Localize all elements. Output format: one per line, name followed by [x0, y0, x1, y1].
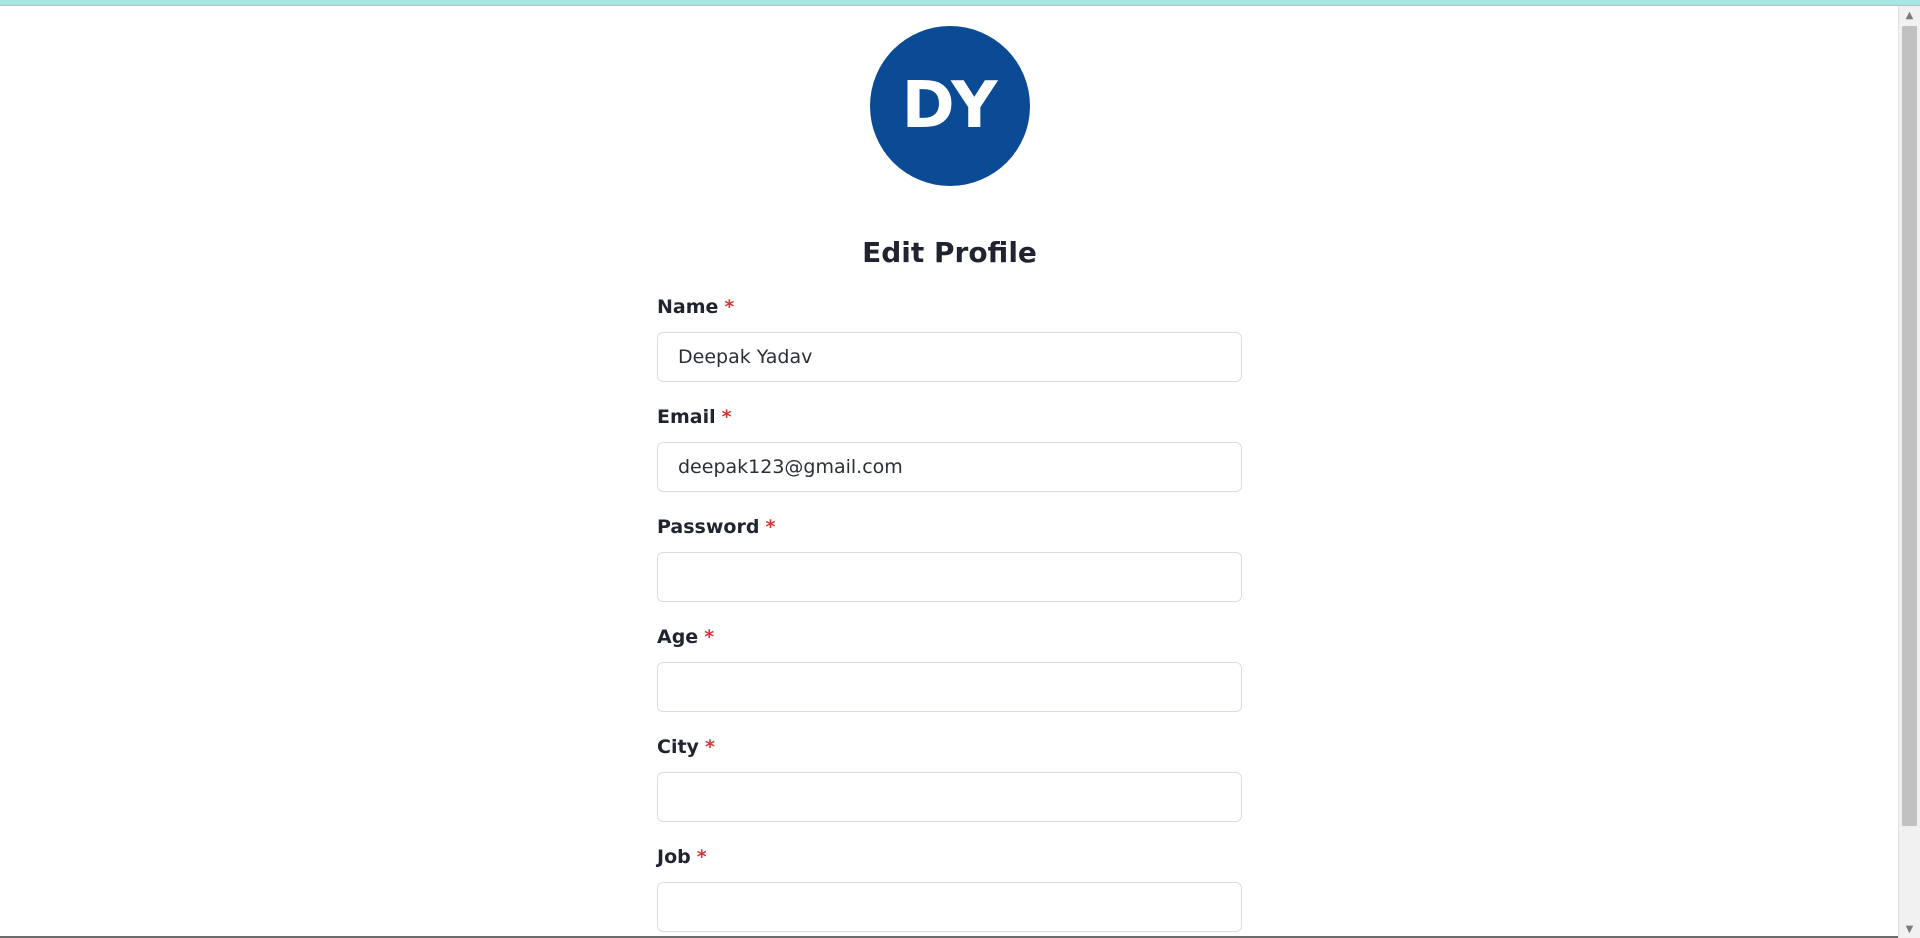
city-field-group: City *: [657, 736, 1242, 846]
required-marker: *: [721, 406, 732, 428]
email-label: Email *: [657, 406, 732, 428]
job-input[interactable]: [657, 882, 1242, 932]
triangle-down-icon[interactable]: ▼: [1899, 920, 1920, 938]
city-input[interactable]: [657, 772, 1242, 822]
password-input[interactable]: [657, 552, 1242, 602]
edit-profile-form: Name* Email* Password* Age* City*: [657, 296, 1242, 938]
edit-profile-page: DY Edit Profile Name* Email* Password* A…: [0, 6, 1898, 938]
job-field-group: Job *: [657, 846, 1242, 938]
email-field-group: Email *: [657, 406, 1242, 516]
name-field-group: Name *: [657, 296, 1242, 406]
avatar-initials: DY: [901, 69, 999, 143]
name-label: Name *: [657, 296, 735, 318]
name-input[interactable]: [657, 332, 1242, 382]
age-label: Age *: [657, 626, 715, 648]
password-label: Password *: [657, 516, 776, 538]
required-marker: *: [724, 296, 735, 318]
age-field-group: Age *: [657, 626, 1242, 736]
required-marker: *: [765, 516, 776, 538]
password-field-group: Password *: [657, 516, 1242, 626]
job-label: Job *: [657, 846, 707, 868]
required-marker: *: [704, 626, 715, 648]
required-marker: *: [704, 736, 715, 758]
vertical-scrollbar[interactable]: ▲ ▼: [1898, 6, 1920, 938]
page-title: Edit Profile: [862, 236, 1037, 269]
age-input[interactable]: [657, 662, 1242, 712]
avatar: DY: [870, 26, 1030, 186]
city-label: City *: [657, 736, 715, 758]
email-input[interactable]: [657, 442, 1242, 492]
required-marker: *: [696, 846, 707, 868]
scrollbar-thumb[interactable]: [1902, 26, 1917, 826]
triangle-up-icon[interactable]: ▲: [1899, 6, 1920, 24]
